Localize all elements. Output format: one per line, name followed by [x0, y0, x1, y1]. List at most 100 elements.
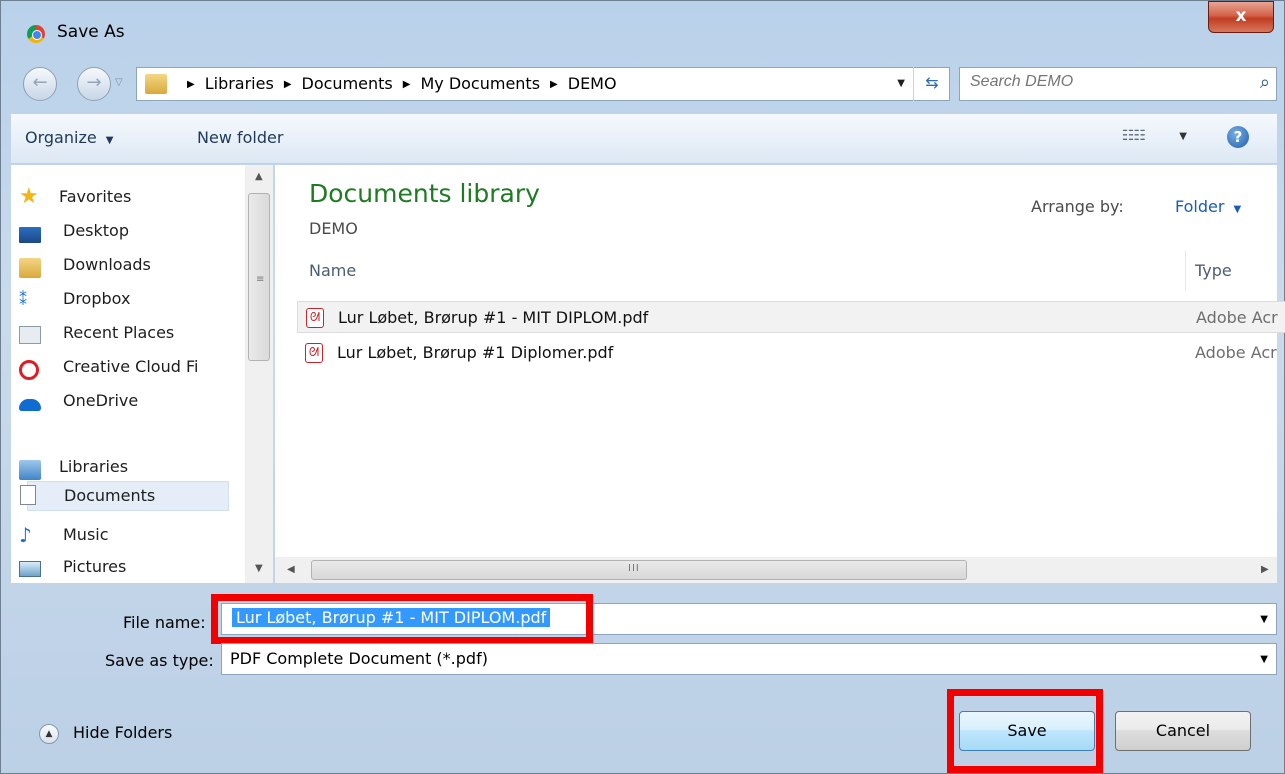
column-divider[interactable] [1185, 251, 1186, 291]
file-name-label: File name: [123, 613, 206, 632]
navigation-pane: ★ Favorites Desktop Downloads ⁑ Dropbox … [11, 165, 273, 583]
new-folder-button[interactable]: New folder [197, 128, 283, 147]
crumb-documents[interactable]: Documents [302, 74, 393, 93]
sidebar-label: Favorites [59, 187, 132, 206]
sidebar-label: Libraries [59, 457, 129, 476]
sidebar-item-favorites[interactable]: ★ Favorites [19, 184, 132, 217]
refresh-icon: ⇆ [925, 73, 939, 92]
file-type: Adobe Acr [1196, 308, 1278, 327]
crumb-demo[interactable]: DEMO [568, 74, 617, 93]
sidebar-label: Recent Places [63, 323, 175, 342]
sidebar-item-pictures[interactable]: Pictures [19, 557, 127, 587]
crumb-separator-icon[interactable]: ▶ [550, 79, 558, 90]
sidebar-label: Pictures [63, 557, 127, 576]
search-input[interactable] [970, 73, 1230, 91]
dropbox-icon: ⁑ [19, 290, 27, 309]
desktop-icon [19, 227, 41, 243]
library-subtitle: DEMO [309, 219, 358, 238]
help-icon[interactable]: ? [1227, 126, 1249, 148]
scroll-down-icon[interactable]: ▼ [255, 563, 263, 574]
organize-button[interactable]: Organize ▼ [25, 128, 113, 147]
pdf-file-icon: ᘛ [306, 308, 324, 328]
sidebar-label: Downloads [63, 255, 151, 274]
arrange-by-dropdown[interactable]: Folder ▼ [1175, 197, 1241, 216]
address-dropdown-icon[interactable]: ▼ [897, 78, 905, 89]
search-icon[interactable]: ⌕ [1260, 72, 1270, 93]
column-header-type[interactable]: Type [1195, 261, 1232, 280]
sidebar-item-desktop[interactable]: Desktop [19, 221, 129, 251]
save-as-dialog: Save As x ← → ▽ ▶ Libraries ▶ Documents ▶ My … [0, 0, 1285, 774]
sidebar-item-downloads[interactable]: Downloads [19, 255, 151, 285]
sidebar-item-onedrive[interactable]: OneDrive [19, 391, 138, 421]
file-row[interactable]: ᘛ Lur Løbet, Brørup #1 Diplomer.pdf Adob… [297, 337, 1285, 369]
chrome-icon [27, 25, 45, 43]
scrollbar-thumb[interactable]: III [311, 560, 967, 580]
highlight-box-save [947, 689, 1103, 773]
address-bar[interactable]: ▶ Libraries ▶ Documents ▶ My Documents ▶ DEMO ▼ [136, 67, 950, 101]
chevron-down-icon[interactable]: ▼ [1260, 654, 1268, 665]
cancel-button[interactable]: Cancel [1115, 711, 1251, 751]
forward-button[interactable]: → [77, 67, 111, 101]
file-name: Lur Løbet, Brørup #1 - MIT DIPLOM.pdf [338, 308, 649, 327]
music-icon: ♪ [19, 523, 32, 547]
crumb-separator-icon[interactable]: ▶ [187, 79, 195, 90]
onedrive-icon [19, 399, 41, 411]
chevron-down-icon[interactable]: ▼ [1260, 614, 1268, 625]
search-box[interactable]: ⌕ [959, 67, 1277, 101]
organize-label: Organize [25, 128, 97, 147]
toolbar: Organize ▼ New folder ☷☷ ▼ ? [11, 114, 1277, 164]
sidebar-label: Music [63, 525, 109, 544]
history-dropdown-icon[interactable]: ▽ [115, 77, 123, 88]
file-list-scrollbar[interactable]: ◀ III ▶ [275, 557, 1277, 583]
scroll-up-icon[interactable]: ▲ [255, 171, 263, 182]
libraries-icon [19, 460, 41, 480]
chevron-up-icon[interactable]: ▲ [39, 724, 59, 744]
scrollbar-thumb[interactable]: ≡ [248, 193, 270, 361]
back-arrow-icon: ← [32, 72, 48, 93]
view-dropdown-icon[interactable]: ▼ [1179, 131, 1187, 142]
save-as-type-select[interactable]: PDF Complete Document (*.pdf) ▼ [221, 643, 1277, 675]
documents-icon [20, 485, 36, 505]
close-button[interactable]: x [1208, 1, 1274, 33]
arrange-value: Folder [1175, 197, 1225, 216]
sidebar-scrollbar[interactable]: ▲ ≡ ▼ [245, 165, 273, 583]
crumb-separator-icon[interactable]: ▶ [284, 79, 292, 90]
arrange-by-label: Arrange by: [1031, 197, 1124, 216]
file-type: Adobe Acr [1195, 343, 1277, 362]
sidebar-label: Creative Cloud Fi [63, 357, 199, 376]
sidebar-item-creative-cloud[interactable]: Creative Cloud Fi [19, 357, 199, 387]
save-as-type-label: Save as type: [105, 651, 214, 670]
title-bar: Save As x [1, 1, 1284, 63]
crumb-separator-icon[interactable]: ▶ [403, 79, 411, 90]
file-name: Lur Løbet, Brørup #1 Diplomer.pdf [337, 343, 614, 362]
sidebar-item-documents[interactable]: Documents [20, 481, 229, 511]
file-row[interactable]: ᘛ Lur Løbet, Brørup #1 - MIT DIPLOM.pdf … [297, 301, 1285, 333]
downloads-icon [19, 258, 41, 278]
hide-folders-button[interactable]: Hide Folders [73, 723, 172, 742]
sidebar-item-dropbox[interactable]: ⁑ Dropbox [19, 289, 131, 319]
recent-places-icon [19, 326, 41, 344]
column-header-name[interactable]: Name [309, 261, 356, 280]
scroll-left-icon[interactable]: ◀ [287, 564, 295, 575]
sidebar-item-music[interactable]: ♪ Music [19, 523, 109, 555]
sidebar-label: Dropbox [63, 289, 131, 308]
scroll-right-icon[interactable]: ▶ [1261, 564, 1269, 575]
refresh-button[interactable]: ⇆ [913, 67, 950, 101]
crumb-libraries[interactable]: Libraries [205, 74, 274, 93]
sidebar-item-recent-places[interactable]: Recent Places [19, 323, 175, 353]
forward-arrow-icon: → [86, 72, 102, 93]
save-as-type-value: PDF Complete Document (*.pdf) [230, 649, 488, 668]
grip-icon: III [628, 563, 640, 574]
pictures-icon [19, 561, 41, 577]
sidebar-label: Desktop [63, 221, 129, 240]
star-icon: ★ [19, 184, 39, 209]
folder-icon [145, 74, 167, 94]
back-button[interactable]: ← [23, 67, 57, 101]
highlight-box-filename [211, 594, 593, 644]
grip-icon: ≡ [256, 274, 265, 285]
library-title: Documents library [309, 179, 540, 208]
chevron-down-icon: ▼ [1233, 204, 1242, 215]
pdf-file-icon: ᘛ [305, 343, 323, 363]
view-options-icon[interactable]: ☷☷ [1122, 128, 1146, 144]
crumb-my-documents[interactable]: My Documents [420, 74, 540, 93]
